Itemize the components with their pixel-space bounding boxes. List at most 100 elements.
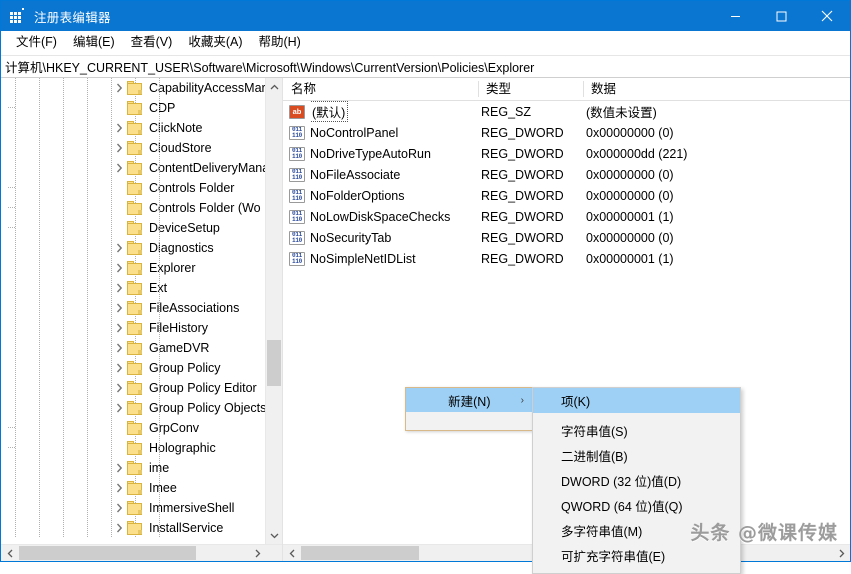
tree-expand-arrow[interactable] xyxy=(111,78,127,98)
minimize-button[interactable] xyxy=(712,1,758,31)
tree-item-installservice[interactable]: InstallService xyxy=(1,518,282,538)
column-header-name[interactable]: 名称 xyxy=(283,78,478,100)
tree-expand-arrow[interactable] xyxy=(111,378,127,398)
tree-item-immersiveshell[interactable]: ImmersiveShell xyxy=(1,498,282,518)
tree-scroll-right-button[interactable] xyxy=(249,545,266,561)
value-row[interactable]: 011 110 NoFileAssociate REG_DWORD 0x00000000… xyxy=(283,164,850,185)
tree-expand-arrow[interactable] xyxy=(111,458,127,478)
list-hscrollbar-thumb[interactable] xyxy=(301,546,419,560)
tree-vertical-scrollbar[interactable] xyxy=(265,78,282,544)
maximize-button[interactable] xyxy=(758,1,804,31)
tree-expand-arrow[interactable] xyxy=(111,298,127,318)
tree-expand-arrow[interactable] xyxy=(111,238,127,258)
menu-item-view[interactable]: 查看(V) xyxy=(123,32,181,53)
value-data: 0x000000dd (221) xyxy=(586,146,688,161)
tree-guide-line xyxy=(87,398,88,418)
submenu-item[interactable]: 字符串值(S) xyxy=(533,418,740,443)
tree-item-gamedvr[interactable]: GameDVR xyxy=(1,338,282,358)
value-row[interactable]: 011 110 NoSimpleNetIDList REG_DWORD 0x000000… xyxy=(283,248,850,269)
tree-item-filehistory[interactable]: FileHistory xyxy=(1,318,282,338)
tree-item-diagnostics[interactable]: Diagnostics xyxy=(1,238,282,258)
tree-expand-arrow[interactable] xyxy=(111,338,127,358)
tree-guide-line xyxy=(63,498,64,518)
menu-item-edit[interactable]: 编辑(E) xyxy=(65,32,123,53)
submenu-item[interactable]: DWORD (32 位)值(D) xyxy=(533,468,740,493)
menu-item-help[interactable]: 帮助(H) xyxy=(250,32,308,53)
submenu-item-label: 二进制值(B) xyxy=(561,450,628,464)
tree-expand-arrow[interactable] xyxy=(111,358,127,378)
column-header-data[interactable]: 数据 xyxy=(583,78,850,100)
tree-expand-arrow[interactable] xyxy=(111,258,127,278)
list-scroll-left-button[interactable] xyxy=(283,545,300,561)
address-bar[interactable]: 计算机\HKEY_CURRENT_USER\Software\Microsoft… xyxy=(1,55,850,78)
tree-expand-arrow[interactable] xyxy=(111,398,127,418)
tree-scrollbar-thumb[interactable] xyxy=(267,340,281,386)
value-row[interactable]: 011 110 NoLowDiskSpaceChecks REG_DWORD 0x000… xyxy=(283,206,850,227)
tree-expand-arrow[interactable] xyxy=(111,518,127,538)
tree-item-capabilityaccessmar[interactable]: CapabilityAccessMar xyxy=(1,78,282,98)
submenu-item[interactable]: 二进制值(B) xyxy=(533,443,740,468)
tree-item-clicknote[interactable]: ClickNote xyxy=(1,118,282,138)
menu-item-file[interactable]: 文件(F) xyxy=(8,32,65,53)
value-row[interactable]: 011 110 NoSecurityTab REG_DWORD 0x00000000 (… xyxy=(283,227,850,248)
tree-guide-line xyxy=(87,298,88,318)
new-submenu[interactable]: 项(K) 字符串值(S) 二进制值(B) DWORD (32 位)值(D) QWORD … xyxy=(532,387,741,574)
tree-expand-arrow[interactable] xyxy=(111,498,127,518)
tree-guide-line xyxy=(15,138,16,158)
value-row[interactable]: 011 110 NoDriveTypeAutoRun REG_DWORD 0x00000… xyxy=(283,143,850,164)
value-data: 0x00000001 (1) xyxy=(586,209,674,224)
tree-expand-arrow[interactable] xyxy=(111,478,127,498)
value-row[interactable]: ab (默认) REG_SZ (数值未设置) xyxy=(283,101,850,122)
tree-expand-arrow[interactable] xyxy=(111,158,127,178)
tree-hscrollbar-thumb[interactable] xyxy=(19,546,196,560)
tree-item-cloudstore[interactable]: CloudStore xyxy=(1,138,282,158)
tree-guide-line xyxy=(39,98,40,118)
tree-indent xyxy=(1,318,160,338)
folder-icon xyxy=(127,341,143,355)
tree-item-controls-folder-wo[interactable]: Controls Folder (Wo xyxy=(1,198,282,218)
close-button[interactable] xyxy=(804,1,850,31)
tree-item-holographic[interactable]: Holographic xyxy=(1,438,282,458)
menu-item-favorites[interactable]: 收藏夹(A) xyxy=(180,32,250,53)
submenu-item[interactable]: QWORD (64 位)值(Q) xyxy=(533,493,740,518)
context-menu-item-new[interactable]: 新建(N) › xyxy=(406,388,532,412)
watermark: 头条 @微课传媒 xyxy=(690,522,838,544)
submenu-item[interactable]: 项(K) xyxy=(533,388,740,413)
dword-value-icon: 011 110 xyxy=(289,230,305,245)
value-type: REG_DWORD xyxy=(481,146,564,161)
column-header-type[interactable]: 类型 xyxy=(478,78,583,100)
tree-item-devicesetup[interactable]: DeviceSetup xyxy=(1,218,282,238)
tree-item-imee[interactable]: Imee xyxy=(1,478,282,498)
value-row[interactable]: 011 110 NoFolderOptions REG_DWORD 0x00000000… xyxy=(283,185,850,206)
list-scroll-right-button[interactable] xyxy=(833,545,850,561)
tree-item-ext[interactable]: Ext xyxy=(1,278,282,298)
tree-scroll-down-button[interactable] xyxy=(266,527,282,544)
tree-item-controls-folder[interactable]: Controls Folder xyxy=(1,178,282,198)
tree-guide-line xyxy=(63,398,64,418)
tree-item-explorer[interactable]: Explorer xyxy=(1,258,282,278)
tree-item-cdp[interactable]: CDP xyxy=(1,98,282,118)
folder-icon xyxy=(127,301,143,315)
tree-item-label: InstallService xyxy=(149,521,224,535)
tree-expand-arrow[interactable] xyxy=(111,138,127,158)
tree-scroll-up-button[interactable] xyxy=(266,78,282,95)
tree-item-grpconv[interactable]: GrpConv xyxy=(1,418,282,438)
value-row[interactable]: 011 110 NoControlPanel REG_DWORD 0x00000000 … xyxy=(283,122,850,143)
tree-item-group-policy-objects[interactable]: Group Policy Objects xyxy=(1,398,282,418)
submenu-item[interactable]: 可扩充字符串值(E) xyxy=(533,543,740,568)
tree-guide-line xyxy=(15,198,16,218)
tree-item-group-policy-editor[interactable]: Group Policy Editor xyxy=(1,378,282,398)
registry-tree[interactable]: CapabilityAccessMar CDP ClickNote CloudStor… xyxy=(1,78,282,544)
title-bar[interactable]: 注册表编辑器 xyxy=(1,1,850,31)
tree-expand-arrow[interactable] xyxy=(111,278,127,298)
tree-scroll-left-button[interactable] xyxy=(1,545,18,561)
tree-expand-arrow[interactable] xyxy=(111,118,127,138)
tree-item-contentdeliverymana[interactable]: ContentDeliveryMana xyxy=(1,158,282,178)
tree-item-group-policy[interactable]: Group Policy xyxy=(1,358,282,378)
tree-item-fileassociations[interactable]: FileAssociations xyxy=(1,298,282,318)
tree-guide-line xyxy=(111,478,112,498)
tree-item-ime[interactable]: ime xyxy=(1,458,282,478)
context-menu[interactable]: 新建(N) › xyxy=(405,387,533,431)
tree-horizontal-scrollbar[interactable] xyxy=(1,544,282,561)
tree-expand-arrow[interactable] xyxy=(111,318,127,338)
